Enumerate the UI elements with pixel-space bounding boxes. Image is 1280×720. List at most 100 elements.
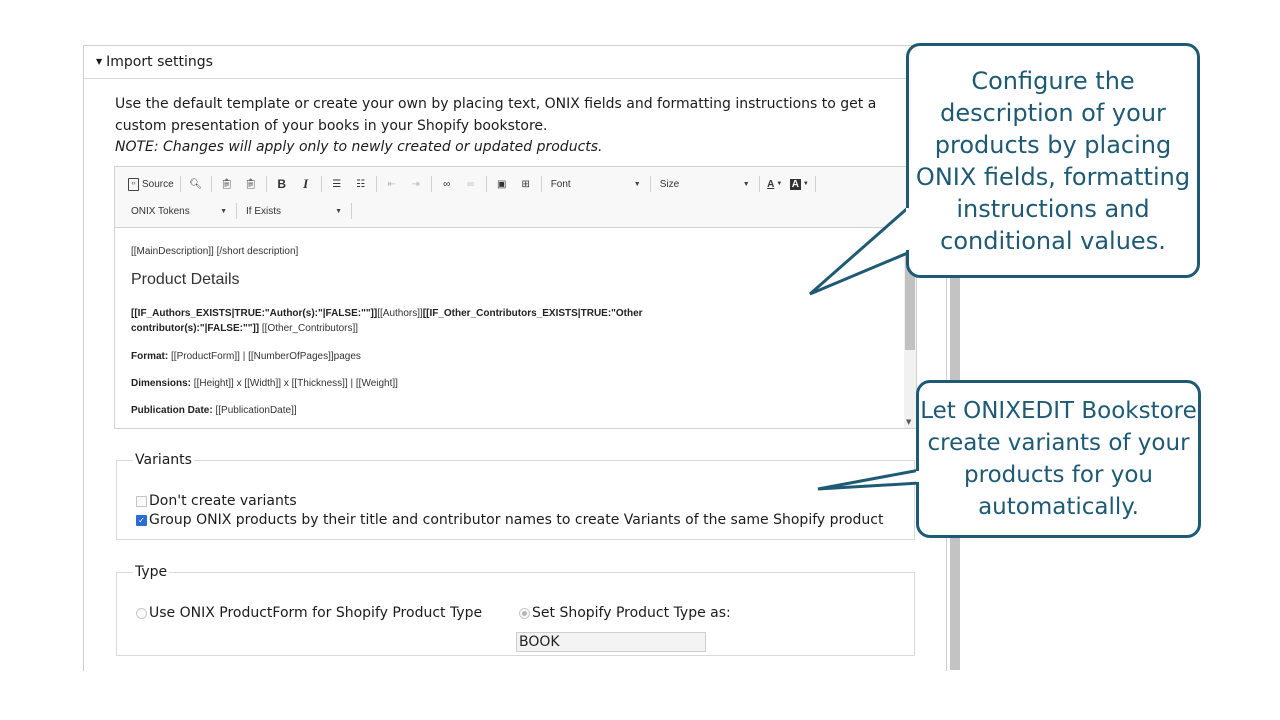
increase-indent-icon: ⇥ <box>411 178 420 190</box>
product-details-heading: Product Details <box>131 271 240 288</box>
toolbar-divider <box>351 203 352 219</box>
toolbar-divider <box>210 176 212 192</box>
font-select[interactable]: Font ▼ <box>545 175 647 193</box>
panel-title: Import settings <box>106 54 213 70</box>
dont-create-variants-option[interactable]: Don't create variants <box>136 493 297 509</box>
toolbar-divider <box>430 176 432 192</box>
if-exists-label: If Exists <box>246 205 282 217</box>
preview-button[interactable]: 🔍︎ <box>184 175 208 193</box>
main-description-line: [[MainDescription]] [/short description] <box>131 246 299 257</box>
numbered-list-icon: ☰ <box>332 178 342 190</box>
format-value: [[ProductForm]] | [[NumberOfPages]]pages <box>168 351 361 362</box>
chevron-down-icon: ▼ <box>802 181 809 187</box>
use-onix-productform-radio[interactable] <box>136 607 147 619</box>
toolbar-divider <box>320 176 322 192</box>
import-settings-header[interactable]: ▼ Import settings <box>84 46 946 79</box>
image-icon: ▣ <box>496 178 507 190</box>
paste-word-icon: 📋︎ <box>244 178 258 190</box>
description-callout: Configure the description of your produc… <box>906 43 1200 278</box>
toolbar-divider <box>485 176 487 192</box>
bulleted-list-button[interactable]: ☷ <box>349 175 373 193</box>
toolbar-divider <box>375 176 377 192</box>
onix-tokens-label: ONIX Tokens <box>131 205 190 217</box>
bold-icon: B <box>277 177 287 191</box>
scroll-down-arrow-icon[interactable]: ▼ <box>906 418 911 426</box>
toolbar-divider <box>179 176 181 192</box>
bold-button[interactable]: B <box>270 175 294 193</box>
group-variants-label: Group ONIX products by their title and c… <box>149 512 884 528</box>
set-product-type-radio[interactable] <box>519 607 530 619</box>
editor-content[interactable]: [[MainDescription]] [/short description]… <box>115 228 903 428</box>
group-variants-checkbox[interactable]: ✓ <box>136 514 147 526</box>
variants-callout-text: Let ONIXEDIT Bookstore create variants o… <box>920 398 1197 520</box>
chevron-down-icon: ▼ <box>335 207 342 215</box>
link-button[interactable]: ∞ <box>435 175 459 193</box>
toolbar-divider <box>265 176 267 192</box>
product-type-input[interactable] <box>516 632 706 652</box>
set-product-type-label: Set Shopify Product Type as: <box>532 605 731 621</box>
chevron-down-icon: ▼ <box>742 180 750 188</box>
image-button[interactable]: ▣ <box>490 175 514 193</box>
italic-icon: I <box>303 176 309 191</box>
description-editor: ‹› Source 🔍︎ 📋︎ 📋︎ B I ☰ ☷ ⇤ ⇥ ∞ ∞ ▣ ⊞ F… <box>114 166 917 429</box>
toolbar-divider <box>540 176 542 192</box>
type-legend: Type <box>135 564 168 580</box>
unlink-button[interactable]: ∞ <box>459 175 483 193</box>
group-variants-option[interactable]: ✓ Group ONIX products by their title and… <box>136 512 883 528</box>
authors-token: [[Authors]] <box>377 308 423 319</box>
onix-tokens-select[interactable]: ONIX Tokens ▼ <box>125 202 233 220</box>
set-product-type-option[interactable]: Set Shopify Product Type as: <box>519 605 731 621</box>
if-exists-select[interactable]: If Exists ▼ <box>240 202 348 220</box>
toolbar-divider <box>814 176 816 192</box>
chevron-down-icon: ▼ <box>633 180 641 188</box>
variants-legend: Variants <box>135 452 192 468</box>
dimensions-value: [[Height]] x [[Width]] x [[Thickness]] |… <box>191 378 398 389</box>
paste-text-icon: 📋︎ <box>220 178 234 190</box>
contributors-token: [[Other_Contributors]] <box>259 323 359 334</box>
toolbar-divider <box>758 176 760 192</box>
paste-text-button[interactable]: 📋︎ <box>215 175 239 193</box>
chevron-down-icon: ▼ <box>220 207 227 215</box>
variants-fieldset: Variants Don't create variants ✓ Group O… <box>116 452 915 540</box>
background-color-button[interactable]: A ▼ <box>787 175 812 193</box>
decrease-indent-button[interactable]: ⇤ <box>380 175 404 193</box>
description-callout-text: Configure the description of your produc… <box>915 66 1191 255</box>
use-onix-productform-option[interactable]: Use ONIX ProductForm for Shopify Product… <box>136 605 482 621</box>
font-select-label: Font <box>550 178 571 190</box>
link-icon: ∞ <box>443 178 451 190</box>
paste-word-button[interactable]: 📋︎ <box>239 175 263 193</box>
source-label: Source <box>142 178 174 190</box>
intro-note: NOTE: Changes will apply only to newly c… <box>115 139 603 155</box>
publication-date-line: Publication Date: [[PublicationDate]] <box>131 403 691 418</box>
background-color-icon: A <box>789 178 801 190</box>
collapse-caret-icon[interactable]: ▼ <box>96 57 102 66</box>
italic-button[interactable]: I <box>294 175 318 193</box>
preview-icon: 🔍︎ <box>189 178 203 190</box>
format-label: Format: <box>131 351 169 362</box>
increase-indent-button[interactable]: ⇥ <box>404 175 428 193</box>
variants-callout: Let ONIXEDIT Bookstore create variants o… <box>916 380 1201 538</box>
toolbar-divider <box>649 176 651 192</box>
numbered-list-button[interactable]: ☰ <box>325 175 349 193</box>
dimensions-label: Dimensions: <box>131 378 192 389</box>
toolbar-divider <box>236 203 237 219</box>
intro-text: Use the default template or create your … <box>115 94 915 159</box>
authors-line: [[IF_Authors_EXISTS|TRUE:"Author(s):"|FA… <box>131 306 691 336</box>
source-button[interactable]: ‹› Source <box>125 175 177 193</box>
dont-create-variants-label: Don't create variants <box>149 493 297 509</box>
editor-toolbar: ‹› Source 🔍︎ 📋︎ 📋︎ B I ☰ ☷ ⇤ ⇥ ∞ ∞ ▣ ⊞ F… <box>115 167 916 228</box>
use-onix-productform-label: Use ONIX ProductForm for Shopify Product… <box>149 605 483 621</box>
publication-date-label: Publication Date: <box>131 405 213 416</box>
text-color-icon: A <box>767 178 775 190</box>
authors-condition: [[IF_Authors_EXISTS|TRUE:"Author(s):"|FA… <box>131 308 378 319</box>
decrease-indent-icon: ⇤ <box>387 178 396 190</box>
table-button[interactable]: ⊞ <box>514 175 538 193</box>
text-color-button[interactable]: A ▼ <box>763 175 787 193</box>
format-line: Format: [[ProductForm]] | [[NumberOfPage… <box>131 349 691 364</box>
dont-create-variants-checkbox[interactable] <box>136 495 147 507</box>
bulleted-list-icon: ☷ <box>356 178 366 190</box>
chevron-down-icon: ▼ <box>776 181 783 187</box>
table-icon: ⊞ <box>521 178 530 190</box>
publication-date-value: [[PublicationDate]] <box>212 405 297 416</box>
size-select[interactable]: Size ▼ <box>654 175 756 193</box>
